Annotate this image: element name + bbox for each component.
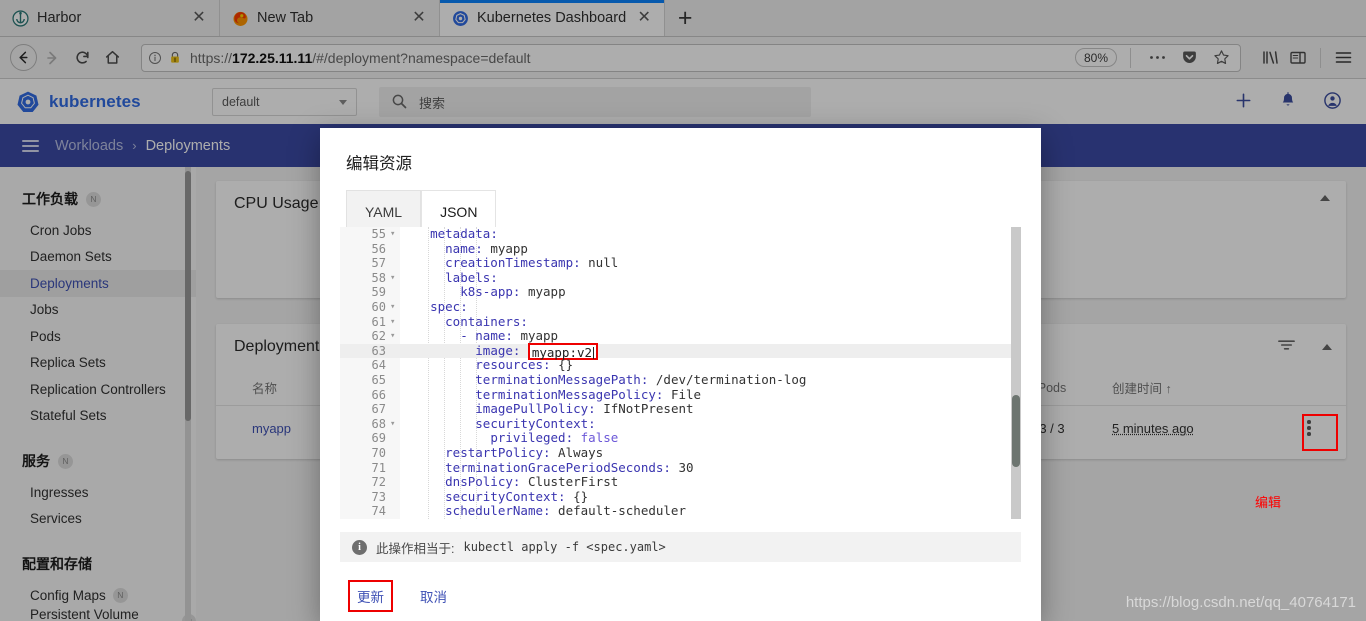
editor-line[interactable]: 67 imagePullPolicy: IfNotPresent — [340, 401, 1021, 417]
editor-line[interactable]: 56 name: myapp — [340, 240, 1021, 257]
editor-line[interactable]: 72 dnsPolicy: ClusterFirst — [340, 474, 1021, 490]
editor-line[interactable]: 59 k8s-app: myapp — [340, 285, 1021, 300]
editor-line-number: 70 — [371, 445, 386, 460]
editor-line-text: securityContext: {} — [445, 488, 589, 504]
editor-line[interactable]: 57 creationTimestamp: null — [340, 255, 1021, 271]
editor-line-number: 65 — [371, 372, 386, 387]
editor-line-text: - name: myapp — [460, 328, 559, 344]
editor-line[interactable]: 64 resources: {} — [340, 358, 1021, 373]
editor-scrollbar-thumb[interactable] — [1012, 395, 1020, 467]
editor-line[interactable]: 61 ▾ containers: — [340, 313, 1021, 330]
editor-line-text: k8s-app: myapp — [460, 284, 566, 300]
editor-line[interactable]: 71 terminationGracePeriodSeconds: 30 — [340, 459, 1021, 476]
fold-arrow-icon[interactable]: ▾ — [390, 300, 395, 315]
editor-line-number: 63 — [371, 343, 386, 358]
kubectl-hint-bar: i 此操作相当于: kubectl apply -f <spec.yaml> — [340, 532, 1021, 562]
editor-line-number: 73 — [371, 489, 386, 504]
editor-line-text: creationTimestamp: null — [445, 255, 619, 271]
tab-yaml[interactable]: YAML — [346, 190, 422, 232]
editor-line-number: 72 — [371, 475, 386, 490]
editor-line-text: name: myapp — [445, 240, 528, 256]
yaml-editor[interactable]: 55 ▾ metadata: 56 name: myapp 57 creationTi… — [340, 227, 1021, 519]
editor-line-number: 68 — [371, 416, 386, 431]
editor-line-text: terminationMessagePolicy: File — [475, 386, 702, 402]
text-cursor — [593, 346, 595, 359]
editor-line-number: 56 — [371, 241, 386, 256]
info-icon: i — [352, 539, 367, 555]
editor-line-text: metadata: — [430, 227, 498, 241]
editor-line[interactable]: 55 ▾ metadata: — [340, 227, 1021, 242]
watermark: https://blog.csdn.net/qq_40764171 — [1125, 594, 1356, 611]
editor-line-number: 74 — [371, 504, 386, 519]
editor-line-number: 55 — [371, 227, 386, 241]
editor-line-number: 66 — [371, 387, 386, 402]
editor-line-text: terminationMessagePath: /dev/termination… — [475, 371, 807, 387]
update-button[interactable]: 更新 — [348, 580, 393, 612]
editor-line-text: labels: — [445, 269, 498, 285]
editor-line-text: restartPolicy: Always — [445, 444, 604, 460]
editor-line-number: 59 — [371, 285, 386, 300]
fold-arrow-icon[interactable]: ▾ — [390, 417, 395, 432]
editor-line-number: 69 — [371, 431, 386, 446]
editor-line[interactable]: 62 ▾ - name: myapp — [340, 328, 1021, 344]
editor-line-number: 71 — [371, 460, 386, 475]
fold-arrow-icon[interactable]: ▾ — [390, 227, 395, 242]
tab-json[interactable]: JSON — [421, 190, 497, 232]
editor-line-number: 67 — [371, 402, 386, 417]
editor-line[interactable]: 69 privileged: false — [340, 431, 1021, 446]
editor-line-text: spec: — [430, 298, 468, 314]
editor-line[interactable]: 63 image: myapp:v2 — [340, 342, 1021, 360]
editor-line-number: 57 — [371, 256, 386, 271]
editor-line-text: dnsPolicy: ClusterFirst — [445, 474, 619, 490]
kubectl-hint-command: kubectl apply -f <spec.yaml> — [463, 540, 666, 554]
editor-line-number: 60 — [371, 299, 386, 314]
editor-line-text: image: — [475, 342, 521, 358]
editor-line-number: 64 — [371, 358, 386, 373]
editor-line-text: schedulerName: default-scheduler — [445, 503, 686, 519]
editor-line-text: privileged: false — [490, 430, 619, 446]
editor-line-text: resources: {} — [475, 357, 574, 373]
editor-line[interactable]: 65 terminationMessagePath: /dev/terminat… — [340, 371, 1021, 388]
editor-line-number: 62 — [371, 329, 386, 344]
editor-line[interactable]: 70 restartPolicy: Always — [340, 444, 1021, 461]
editor-code-lines[interactable]: 55 ▾ metadata: 56 name: myapp 57 creationTi… — [340, 227, 1021, 519]
editor-line-text: imagePullPolicy: IfNotPresent — [475, 401, 694, 417]
editor-line[interactable]: 60 ▾ spec: — [340, 298, 1021, 315]
kubectl-hint-prefix: 此操作相当于: — [376, 541, 455, 556]
editor-line[interactable]: 66 terminationMessagePolicy: File — [340, 386, 1021, 403]
editor-line-text: containers: — [445, 313, 528, 329]
editor-line-text: securityContext: — [475, 415, 596, 431]
editor-format-tabs: YAML JSON — [320, 174, 1041, 232]
context-menu-edit-annotation[interactable]: 编辑 — [1255, 492, 1281, 511]
fold-arrow-icon[interactable]: ▾ — [390, 315, 395, 330]
fold-arrow-icon[interactable]: ▾ — [390, 329, 395, 344]
cancel-button[interactable]: 取消 — [411, 580, 456, 612]
kebab-highlight-annotation — [1302, 414, 1338, 451]
editor-line[interactable]: 58 ▾ labels: — [340, 269, 1021, 286]
fold-arrow-icon[interactable]: ▾ — [390, 271, 395, 286]
editor-line-number: 58 — [371, 270, 386, 285]
editor-line[interactable]: 74 schedulerName: default-scheduler — [340, 503, 1021, 519]
editor-line[interactable]: 73 securityContext: {} — [340, 488, 1021, 505]
dialog-title: 编辑资源 — [346, 155, 412, 173]
editor-scrollbar-track[interactable] — [1011, 227, 1021, 519]
dialog-actions: 更新 取消 — [348, 580, 456, 612]
edit-resource-dialog: 编辑资源 YAML JSON 55 ▾ metadata: 56 name: mya… — [320, 128, 1041, 621]
editor-line-number: 61 — [371, 314, 386, 329]
editor-line-text: terminationGracePeriodSeconds: 30 — [445, 459, 694, 475]
editor-line[interactable]: 68 ▾ securityContext: — [340, 415, 1021, 432]
